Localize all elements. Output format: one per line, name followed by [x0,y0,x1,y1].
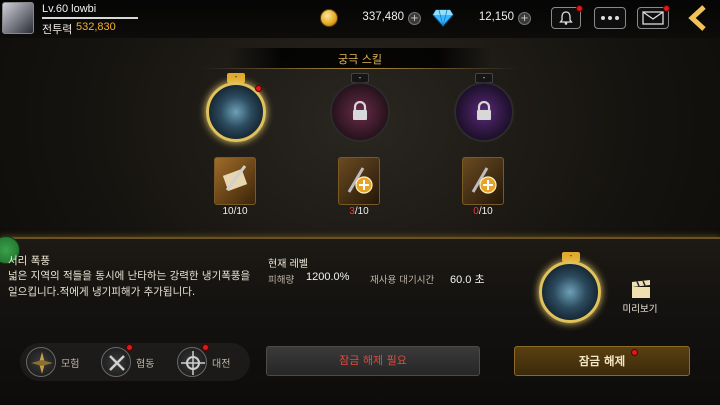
chat-button[interactable] [594,7,626,29]
current-level-heading: 현재 레벨 [268,259,308,270]
bell-icon [559,11,573,25]
versus-shield-icon [177,347,207,377]
lock-icon [353,101,367,120]
gold-amount: 337,480 [362,11,404,23]
chat-icon [601,16,619,20]
unlock-required-button[interactable]: 잠금 해제 필요 [266,346,480,376]
nav-battle-badge [202,344,209,351]
skill-book-count: 10/10 [222,206,248,217]
add-book-icon [471,167,497,194]
nav-adventure-label: 모험 [61,358,80,370]
nav-coop-badge [126,344,133,351]
skill-name: 서리 폭풍 [8,255,50,267]
avatar[interactable] [2,2,34,34]
compass-icon [26,347,56,377]
combat-power-label: 전투력 [42,23,73,36]
selected-skill-orb [539,261,601,323]
add-book-icon [347,167,373,194]
skill-book-card[interactable] [338,157,380,205]
clapperboard-icon[interactable] [630,279,652,299]
cooldown-label: 재사용 대기시간 [370,275,435,286]
preview-label[interactable]: 미리보기 [610,301,670,315]
mail-badge [663,5,670,12]
mail-icon [642,11,664,25]
nav-coop-label: 협동 [136,358,155,370]
skill-book-card[interactable] [462,157,504,205]
add-diamond-button[interactable]: + [518,12,531,25]
skill-book-card[interactable] [214,157,256,205]
combat-power-value: 532,830 [76,21,116,33]
exp-bar [42,17,138,19]
page-title: 궁극 스킬 [338,53,382,66]
skill-description: 넓은 지역의 적들을 동시에 난타하는 강력한 냉기폭풍을 일으킵니다.적에게 … [8,270,251,298]
add-gold-button[interactable]: + [408,12,421,25]
nav-battle-label: 대전 [212,358,231,370]
gold-coin-icon [320,9,338,27]
scroll-icon [222,165,248,191]
skill-orb-locked[interactable] [454,82,514,142]
unlock-badge [631,349,638,356]
cooldown-value: 60.0 초 [450,274,485,286]
lock-icon [477,101,491,120]
crossed-swords-icon [101,347,131,377]
notification-badge [576,5,583,12]
back-arrow-icon[interactable] [684,4,710,32]
unlock-button[interactable]: 잠금 해제 [514,346,690,376]
skill-badge [255,85,262,92]
skill-book-count: 3/10 [349,206,369,217]
diamond-amount: 12,150 [478,11,514,23]
damage-value: 1200.0% [306,271,350,283]
title-divider [200,68,520,69]
skill-book-count: 0/10 [473,206,493,217]
diamond-icon [432,9,454,27]
player-level-name: Lv.60 lowbi [42,3,97,15]
skill-orb-locked[interactable] [330,82,390,142]
damage-label: 피해량 [268,275,295,286]
nav-adventure[interactable]: 모험 [26,346,79,378]
